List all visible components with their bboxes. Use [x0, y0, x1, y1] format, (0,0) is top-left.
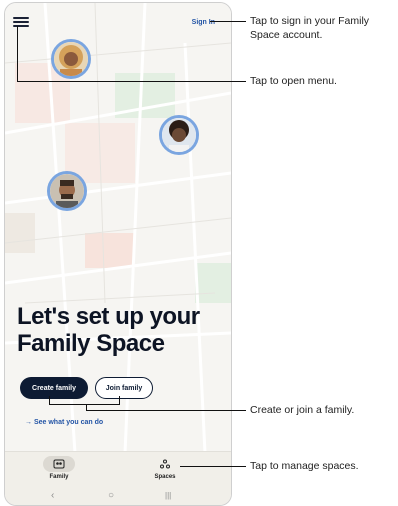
join-family-button[interactable]: Join family: [95, 377, 153, 399]
callout-line-signin: [210, 21, 246, 22]
callout-line-spaces: [180, 466, 246, 467]
callout-line-createjoin-h: [49, 404, 120, 405]
create-family-button[interactable]: Create family: [20, 377, 88, 399]
avatar-man-curly: [159, 115, 199, 155]
spaces-icon-glyph: [160, 459, 170, 469]
spaces-icon: [149, 456, 181, 472]
callout-spaces: Tap to manage spaces.: [250, 460, 359, 472]
see-what-you-can-do-link[interactable]: → See what you can do: [25, 419, 103, 426]
callout-line-join: [119, 396, 120, 404]
callout-line-createjoin-h2: [86, 410, 246, 411]
callout-line-menu-h: [17, 81, 246, 82]
family-icon-glyph: [53, 459, 65, 469]
avatar-woman-image: [54, 42, 88, 76]
avatar-man-beard-image: [50, 174, 84, 208]
callout-menu: Tap to open menu.: [250, 75, 337, 87]
callout-create-join: Create or join a family.: [250, 404, 355, 416]
family-icon: [43, 456, 75, 472]
menu-icon-line-3: [13, 25, 29, 27]
menu-icon-line-1: [13, 17, 29, 19]
phone-screen: Sign In Let's set up your Family Space C…: [4, 2, 232, 506]
callout-signin: Tap to sign in your Family Space account…: [250, 15, 370, 41]
menu-icon[interactable]: [13, 15, 29, 29]
nav-family[interactable]: Family: [29, 456, 89, 480]
nav-family-label: Family: [49, 474, 69, 480]
callout-line-create: [49, 396, 50, 404]
callout-line-menu-v: [17, 26, 18, 81]
avatar-man-beard: [47, 171, 87, 211]
page-title: Let's set up your Family Space: [17, 303, 200, 357]
avatar-man-curly-image: [162, 118, 196, 152]
menu-icon-line-2: [13, 21, 29, 23]
back-icon[interactable]: ‹: [51, 490, 54, 501]
bottom-nav: Family Spaces: [5, 451, 231, 488]
system-nav-bar: ‹ ○ |||: [5, 487, 231, 505]
avatar-woman: [51, 39, 91, 79]
nav-spaces-label: Spaces: [154, 474, 176, 480]
home-icon[interactable]: ○: [108, 490, 114, 501]
top-bar: Sign In: [5, 3, 231, 43]
recents-icon[interactable]: |||: [165, 491, 171, 500]
nav-spaces[interactable]: Spaces: [135, 456, 195, 480]
